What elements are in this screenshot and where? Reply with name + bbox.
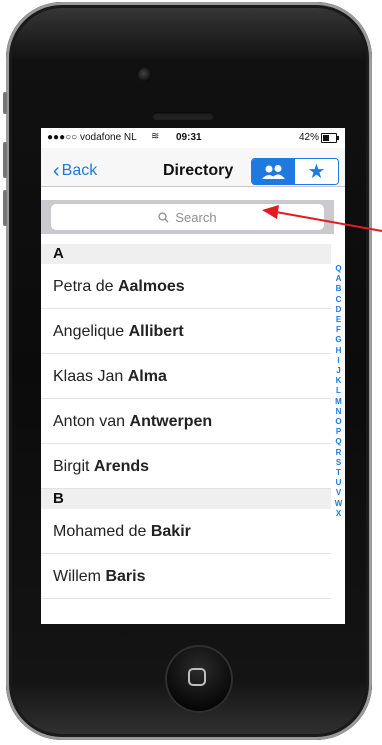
index-letter[interactable]: C xyxy=(332,295,345,305)
last-name: Antwerpen xyxy=(129,413,213,430)
index-letter[interactable]: V xyxy=(332,488,345,498)
segment-favorites[interactable]: ★ xyxy=(295,159,338,184)
table-row[interactable]: Mohamed de Bakir xyxy=(41,509,331,554)
battery-icon xyxy=(321,133,339,143)
index-letter[interactable]: A xyxy=(332,274,345,284)
home-square-icon xyxy=(188,668,206,686)
table-row[interactable]: Angelique Allibert xyxy=(41,309,331,354)
page-title: Directory xyxy=(163,162,234,179)
index-letter[interactable]: W xyxy=(332,499,345,509)
search-input[interactable]: Search xyxy=(51,204,324,230)
volume-up-button xyxy=(3,142,7,178)
star-icon: ★ xyxy=(307,161,326,183)
last-name: Alma xyxy=(127,368,167,385)
segment-people[interactable] xyxy=(252,159,295,184)
table-row[interactable]: Willem Baris xyxy=(41,554,331,599)
first-name: Petra de xyxy=(53,278,114,295)
home-button[interactable] xyxy=(165,645,233,713)
people-icon xyxy=(261,164,285,179)
back-button[interactable]: ‹ Back xyxy=(53,160,98,182)
search-bar: Search xyxy=(41,200,334,234)
index-letter[interactable]: G xyxy=(332,335,345,345)
last-name: Arends xyxy=(93,458,150,475)
navigation-bar: ‹ Back Directory ★ xyxy=(41,148,345,187)
screen: ●●●○○ vodafone NL ≋ 09:31 42% ‹ Back Dir… xyxy=(41,128,345,624)
alphabet-index[interactable]: QABCDEFGHIJKLMNOPQRSTUVWX xyxy=(332,264,345,519)
battery-percent: 42% xyxy=(299,132,320,143)
index-letter[interactable]: H xyxy=(332,346,345,356)
index-letter[interactable]: N xyxy=(332,407,345,417)
index-letter[interactable]: Q xyxy=(332,264,345,274)
section-letter: A xyxy=(53,245,64,262)
index-letter[interactable]: O xyxy=(332,417,345,427)
section-header-a: A xyxy=(41,244,331,264)
wifi-icon: ≋ xyxy=(151,131,160,142)
carrier-signal: ●●●○○ vodafone NL xyxy=(47,132,137,143)
chevron-left-icon: ‹ xyxy=(53,160,60,182)
front-camera xyxy=(138,68,152,82)
last-name: Baris xyxy=(105,568,146,585)
index-letter[interactable]: F xyxy=(332,325,345,335)
index-letter[interactable]: R xyxy=(332,448,345,458)
section-header-b: B xyxy=(41,489,331,509)
first-name: Klaas Jan xyxy=(53,368,124,385)
index-letter[interactable]: S xyxy=(332,458,345,468)
mute-switch xyxy=(3,92,7,114)
index-letter[interactable]: P xyxy=(332,427,345,437)
status-time: 09:31 xyxy=(176,132,202,143)
table-row[interactable]: Klaas Jan Alma xyxy=(41,354,331,399)
first-name: Willem xyxy=(53,568,101,585)
view-segmented-control[interactable]: ★ xyxy=(251,158,339,185)
index-letter[interactable]: B xyxy=(332,284,345,294)
last-name: Bakir xyxy=(150,523,191,540)
search-placeholder: Search xyxy=(175,209,217,225)
index-letter[interactable]: D xyxy=(332,305,345,315)
index-letter[interactable]: U xyxy=(332,478,345,488)
status-bar: ●●●○○ vodafone NL ≋ 09:31 42% xyxy=(41,128,345,148)
section-letter: B xyxy=(53,490,64,507)
first-name: Mohamed de xyxy=(53,523,147,540)
index-letter[interactable]: L xyxy=(332,386,345,396)
index-letter[interactable]: K xyxy=(332,376,345,386)
last-name: Allibert xyxy=(128,323,184,340)
index-letter[interactable]: J xyxy=(332,366,345,376)
last-name: Aalmoes xyxy=(117,278,185,295)
table-row[interactable]: Petra de Aalmoes xyxy=(41,264,331,309)
earpiece-speaker xyxy=(152,112,214,120)
table-row[interactable]: Anton van Antwerpen xyxy=(41,399,331,444)
back-label: Back xyxy=(61,162,98,179)
index-letter[interactable]: X xyxy=(332,509,345,519)
first-name: Angelique xyxy=(53,323,125,340)
index-letter[interactable]: T xyxy=(332,468,345,478)
index-letter[interactable]: I xyxy=(332,356,345,366)
search-icon xyxy=(158,211,169,222)
index-letter[interactable]: M xyxy=(332,397,345,407)
first-name: Anton van xyxy=(53,413,126,430)
first-name: Birgit xyxy=(53,458,90,475)
volume-down-button xyxy=(3,190,7,226)
table-row[interactable]: Birgit Arends xyxy=(41,444,331,489)
index-letter[interactable]: Q xyxy=(332,437,345,447)
index-letter[interactable]: E xyxy=(332,315,345,325)
